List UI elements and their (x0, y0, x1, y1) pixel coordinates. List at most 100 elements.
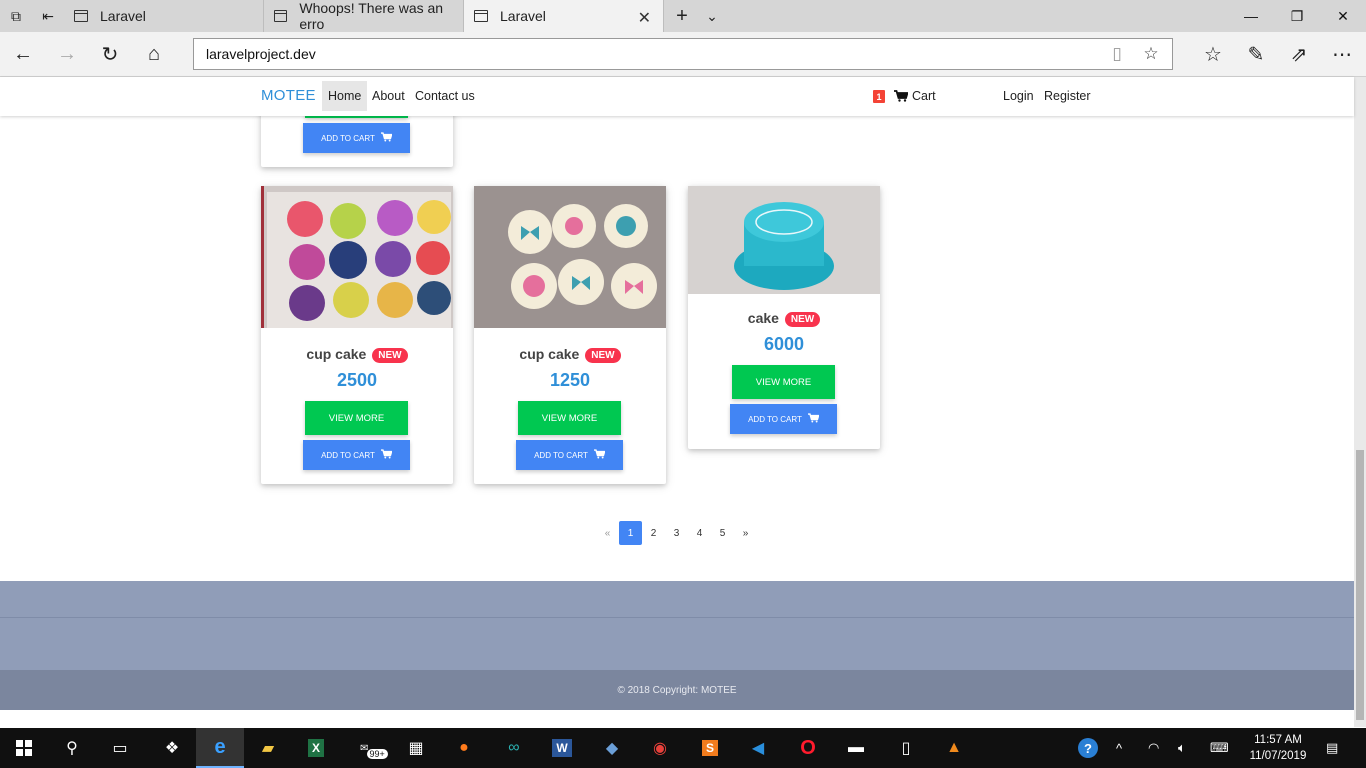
nav-link-about[interactable]: About (366, 81, 411, 111)
add-to-cart-button[interactable]: ADD TO CART (730, 404, 837, 434)
forward-icon[interactable]: → (47, 38, 87, 70)
store-icon[interactable]: ▦ (392, 728, 440, 768)
reading-view-icon[interactable]: ▯ (1102, 39, 1132, 69)
action-center-icon[interactable]: ▤ (1326, 728, 1338, 768)
add-to-cart-label: ADD TO CART (321, 450, 375, 460)
add-to-cart-button[interactable]: ADD TO CART (516, 440, 623, 470)
tray-chevron-icon[interactable]: ^ (1116, 728, 1122, 768)
firefox-icon[interactable]: ● (440, 728, 488, 768)
view-more-button[interactable]: VIEW MORE (518, 401, 621, 435)
more-options-icon[interactable]: ⋯ (1322, 38, 1362, 70)
excel-icon[interactable]: X (292, 728, 340, 768)
add-to-cart-label: ADD TO CART (321, 133, 375, 143)
add-to-cart-button[interactable]: ADD TO CART (303, 123, 410, 153)
edge-icon[interactable]: e (196, 728, 244, 768)
help-icon[interactable]: ? (1078, 728, 1098, 768)
footer-divider (0, 617, 1354, 618)
tab-laravel-1[interactable]: Laravel (64, 0, 264, 32)
nav-link-home[interactable]: Home (322, 81, 368, 111)
page-1[interactable]: 1 (619, 521, 642, 545)
product-price: 6000 (763, 334, 805, 354)
cupcakes-lettered-image (261, 186, 453, 328)
system-clock[interactable]: 11:57 AM 11/07/2019 (1238, 732, 1318, 764)
cmd-icon[interactable]: ▬ (832, 728, 880, 768)
product-image[interactable] (474, 186, 666, 328)
set-tabs-aside-icon[interactable]: ⇤ (32, 0, 64, 32)
register-link[interactable]: Register (1038, 81, 1097, 111)
notepad-icon[interactable]: ▯ (882, 728, 930, 768)
page-icon (274, 10, 288, 22)
view-more-button[interactable]: VIEW MORE (305, 401, 408, 435)
product-image[interactable] (261, 186, 453, 328)
vlc-icon[interactable]: ▲ (930, 728, 978, 768)
page-5[interactable]: 5 (711, 521, 734, 545)
vscode-icon[interactable]: ◀ (734, 728, 782, 768)
close-window-icon[interactable]: ✕ (1320, 0, 1366, 32)
scrollbar-thumb[interactable] (1356, 450, 1364, 720)
chrome-icon[interactable]: ◉ (636, 728, 684, 768)
clock-time: 11:57 AM (1254, 734, 1302, 746)
web-note-icon[interactable]: ✎ (1236, 38, 1276, 70)
back-icon[interactable]: ← (3, 38, 43, 70)
nav-link-contact[interactable]: Contact us (409, 81, 481, 111)
page-2[interactable]: 2 (642, 521, 665, 545)
sublime-icon[interactable]: S (686, 728, 734, 768)
cart-label: Cart (912, 89, 936, 103)
favorites-hub-icon[interactable]: ☆ (1193, 38, 1233, 70)
product-name: cup cake (519, 346, 580, 362)
product-title: cup cake NEW (474, 346, 666, 363)
view-more-button[interactable]: VIEW MORE (732, 365, 835, 399)
arduino-icon[interactable]: ∞ (490, 728, 538, 768)
view-more-button[interactable] (305, 116, 408, 118)
product-title: cup cake NEW (261, 346, 453, 363)
page-content: ADD TO CART cup cake NEW 2500 VIEW MORE … (0, 116, 1354, 711)
page-icon (74, 10, 88, 22)
cupcakes-bows-image (474, 186, 666, 328)
cart-link[interactable]: Cart (888, 81, 942, 111)
task-view-icon[interactable]: ▭ (96, 728, 144, 768)
restore-icon[interactable]: ❐ (1274, 0, 1320, 32)
page-prev[interactable]: « (596, 521, 619, 545)
page-next[interactable]: » (734, 521, 757, 545)
chevron-down-icon[interactable]: ⌄ (696, 0, 728, 32)
tab-whoops[interactable]: Whoops! There was an erro (264, 0, 464, 32)
product-card: cake NEW 6000 VIEW MORE ADD TO CART (688, 186, 880, 449)
file-explorer-icon[interactable]: ▰ (244, 728, 292, 768)
page-scrollbar[interactable] (1354, 77, 1366, 727)
product-image[interactable] (688, 186, 880, 294)
brand-logo[interactable]: MOTEE (261, 87, 316, 104)
volume-icon[interactable]: 🔈︎ (1178, 728, 1186, 768)
clock-date: 11/07/2019 (1249, 750, 1307, 762)
cart-count-badge: 1 (873, 90, 885, 103)
dropbox-icon[interactable]: ❖ (148, 728, 196, 768)
tab-label: Whoops! There was an erro (299, 0, 444, 32)
login-link[interactable]: Login (997, 81, 1040, 111)
address-bar[interactable]: laravelproject.dev ▯ ☆ (193, 38, 1173, 70)
home-icon[interactable]: ⌂ (134, 38, 174, 70)
windows-start-icon[interactable] (0, 728, 48, 768)
search-icon[interactable]: ⚲ (48, 728, 96, 768)
close-tab-icon[interactable]: ✕ (638, 8, 651, 28)
page-3[interactable]: 3 (665, 521, 688, 545)
page-4[interactable]: 4 (688, 521, 711, 545)
product-card: cup cake NEW 1250 VIEW MORE ADD TO CART (474, 186, 666, 484)
new-tab-icon[interactable]: + (666, 0, 698, 32)
notification-badge: 99+ (366, 749, 388, 759)
opera-icon[interactable]: O (784, 728, 832, 768)
word-icon[interactable]: W (538, 728, 586, 768)
tab-laravel-active[interactable]: Laravel ✕ (464, 0, 664, 32)
tab-label: Laravel (100, 8, 146, 24)
cart-icon (380, 449, 393, 461)
keyboard-icon[interactable]: ⌨ (1210, 728, 1229, 768)
tab-actions-icon[interactable]: ⧉ (0, 0, 32, 32)
favorite-star-icon[interactable]: ☆ (1136, 39, 1166, 69)
refresh-icon[interactable]: ↻ (90, 38, 130, 70)
mail-icon[interactable]: ✉ 99+ (350, 728, 398, 768)
wifi-icon[interactable]: ◠ (1148, 728, 1159, 768)
app-icon[interactable]: ◆ (588, 728, 636, 768)
page-icon (474, 10, 488, 22)
add-to-cart-button[interactable]: ADD TO CART (303, 440, 410, 470)
minimize-icon[interactable]: — (1228, 0, 1274, 32)
windows-taskbar: ⚲ ▭ ❖ e ▰ X ✉ 99+ ▦ ● ∞ W ◆ ◉ S ◀ O ▬ ▯ ▲… (0, 728, 1366, 768)
share-icon[interactable]: ⇗ (1279, 38, 1319, 70)
